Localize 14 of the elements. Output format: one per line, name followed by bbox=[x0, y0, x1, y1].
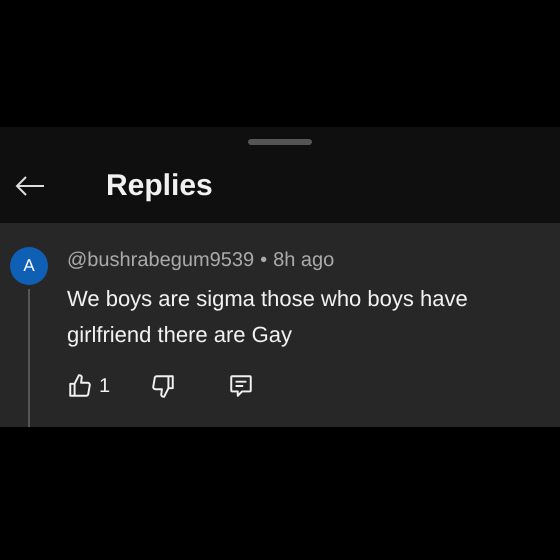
comment-text: We boys are sigma those who boys have girlfriend there are Gay bbox=[67, 285, 469, 349]
dislike-button[interactable] bbox=[150, 373, 176, 399]
separator-dot: • bbox=[260, 248, 268, 273]
avatar[interactable]: A bbox=[10, 247, 48, 285]
drag-handle[interactable] bbox=[248, 139, 312, 145]
back-arrow-icon bbox=[15, 175, 45, 197]
comment-author[interactable]: @bushrabegum9539 bbox=[67, 247, 254, 273]
comment-icon bbox=[228, 373, 254, 399]
thumbs-up-icon bbox=[67, 373, 93, 399]
page-title: Replies bbox=[106, 169, 213, 203]
comment-time: 8h ago bbox=[273, 248, 334, 273]
thumbs-down-icon bbox=[150, 373, 176, 399]
reply-button[interactable] bbox=[228, 373, 254, 399]
like-button[interactable]: 1 bbox=[67, 373, 110, 399]
